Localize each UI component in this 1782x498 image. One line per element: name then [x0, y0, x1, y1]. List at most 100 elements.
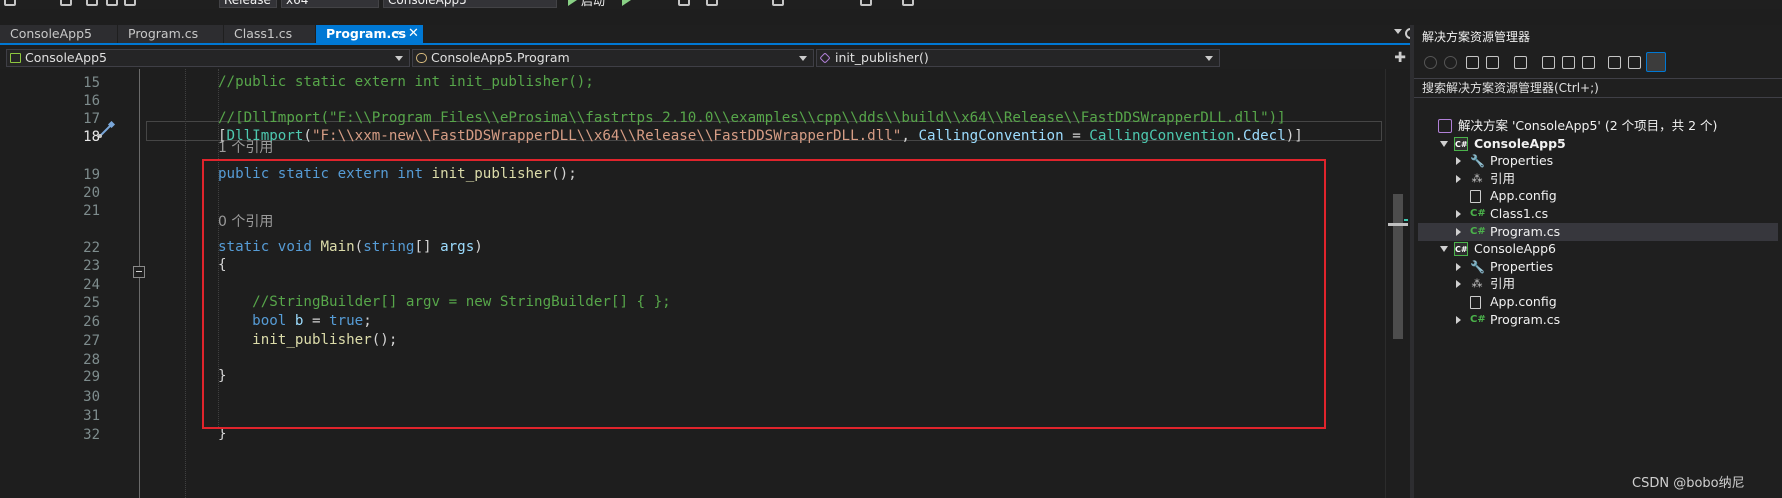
tab-program-cs-1[interactable]: Program.cs	[118, 25, 224, 43]
show-all-files-icon[interactable]	[1582, 56, 1595, 69]
platform-dropdown[interactable]: x64	[281, 0, 379, 8]
tree-item[interactable]: App.config	[1418, 187, 1778, 205]
close-tab-icon[interactable]: ✕	[408, 25, 419, 43]
chevron-down-icon[interactable]	[1440, 246, 1448, 252]
class-icon	[416, 53, 427, 63]
sync-icon[interactable]	[1542, 56, 1555, 69]
start-debug-icon[interactable]	[568, 0, 577, 6]
tree-item[interactable]: C# Class1.cs	[1418, 205, 1778, 223]
line-number[interactable]: 29	[40, 369, 100, 385]
code-token: ,	[901, 128, 919, 144]
open-icon[interactable]	[86, 0, 98, 6]
code-line[interactable]: //[DllImport("F:\\Program Files\\eProsim…	[218, 110, 1286, 126]
tree-item[interactable]: C# ConsoleApp5	[1418, 135, 1778, 153]
tree-item[interactable]: ⁂ 引用	[1418, 275, 1778, 293]
chevron-right-icon[interactable]	[1456, 228, 1461, 236]
project-selector[interactable]: ConsoleApp5	[6, 49, 410, 67]
chevron-down-icon[interactable]	[1440, 141, 1448, 147]
chevron-right-icon[interactable]	[1456, 210, 1461, 218]
save-all-icon[interactable]	[124, 0, 136, 6]
line-number[interactable]: 28	[40, 352, 100, 368]
bookmark-icon[interactable]	[860, 0, 872, 6]
type-selector[interactable]: ConsoleApp5.Program	[412, 49, 814, 67]
tree-item[interactable]: App.config	[1418, 293, 1778, 311]
tab-program-cs-active[interactable]: Program.cs ⊸ ✕	[316, 25, 424, 43]
properties-wrench-icon[interactable]	[1628, 56, 1641, 69]
line-number[interactable]: 17	[40, 111, 100, 127]
code-editor[interactable]: 15 //public static extern int init_publis…	[0, 69, 1410, 498]
home-icon[interactable]	[1466, 56, 1479, 69]
collapse-all-icon[interactable]	[1562, 56, 1575, 69]
back-icon[interactable]	[4, 0, 16, 6]
startup-project-dropdown[interactable]: ConsoleApp5	[383, 0, 557, 8]
chevron-right-icon[interactable]	[1456, 280, 1461, 288]
tree-item[interactable]: C# Program.cs	[1418, 311, 1778, 329]
tree-item[interactable]: ⁂ 引用	[1418, 170, 1778, 188]
start-label[interactable]: 启动	[581, 0, 605, 9]
line-number[interactable]: 24	[40, 277, 100, 293]
line-number[interactable]: 26	[40, 314, 100, 330]
line-number[interactable]: 25	[40, 295, 100, 311]
solution-explorer: 解决方案资源管理器 搜索解决方案资源管理器(Ctrl+;) 解决方案 'Cons…	[1410, 25, 1782, 498]
switch-view-icon[interactable]	[1486, 56, 1499, 69]
line-number[interactable]: 20	[40, 185, 100, 201]
solution-explorer-search-input[interactable]: 搜索解决方案资源管理器(Ctrl+;)	[1414, 78, 1782, 98]
tree-item[interactable]: 解决方案 'ConsoleApp5' (2 个项目，共 2 个)	[1418, 117, 1778, 135]
save-icon[interactable]	[106, 0, 118, 6]
hot-reload-icon[interactable]	[678, 0, 690, 6]
collapse-icon[interactable]	[133, 266, 145, 278]
cs-icon: C#	[1470, 208, 1486, 219]
pending-changes-filter-icon[interactable]	[1514, 56, 1527, 69]
tab-list-dropdown-icon[interactable]	[1394, 29, 1402, 34]
chevron-right-icon[interactable]	[1456, 175, 1461, 183]
format-icon[interactable]	[772, 0, 784, 6]
line-number[interactable]: 18	[40, 129, 100, 145]
code-token: "F:\\xxm-new\\FastDDSWrapperDLL\\x64\\Re…	[311, 128, 902, 144]
code-line[interactable]: [DllImport("F:\\xxm-new\\FastDDSWrapperD…	[218, 128, 1303, 144]
chevron-right-icon[interactable]	[1456, 157, 1461, 165]
bookmark-next-icon[interactable]	[902, 0, 914, 6]
line-number[interactable]: 21	[40, 203, 100, 219]
tree-item[interactable]: C# ConsoleApp6	[1418, 240, 1778, 258]
back-icon[interactable]	[1424, 56, 1437, 69]
scrollbar-caret-marker	[1388, 223, 1408, 226]
code-token: =	[1063, 128, 1090, 144]
code-line[interactable]: //public static extern int init_publishe…	[218, 74, 594, 90]
wrench-icon: 🔧	[1470, 154, 1485, 168]
forward-icon[interactable]	[1444, 56, 1457, 69]
solution-explorer-title: 解决方案资源管理器	[1422, 30, 1531, 44]
tree-item[interactable]: 🔧 Properties	[1418, 152, 1778, 170]
split-editor-icon[interactable]: ✚	[1394, 50, 1406, 66]
line-number[interactable]: 32	[40, 427, 100, 443]
ref-icon: ⁂	[1471, 172, 1483, 185]
view-code-icon[interactable]	[1608, 56, 1621, 69]
start-without-debug-icon[interactable]	[622, 0, 631, 6]
codelens-references[interactable]: 1 个引用	[218, 137, 273, 157]
line-number[interactable]: 23	[40, 258, 100, 274]
line-number[interactable]: 16	[40, 93, 100, 109]
tab-class1-cs[interactable]: Class1.cs	[224, 25, 316, 43]
tree-item[interactable]: C# Program.cs	[1418, 223, 1778, 241]
tab-consoleapp5[interactable]: ConsoleApp5	[0, 25, 118, 43]
tab-label: Class1.cs	[234, 26, 293, 41]
tree-item[interactable]: 🔧 Properties	[1418, 258, 1778, 276]
member-selector[interactable]: init_publisher()	[816, 49, 1220, 67]
line-number[interactable]: 31	[40, 408, 100, 424]
line-number[interactable]: 22	[40, 240, 100, 256]
new-project-icon[interactable]	[60, 0, 72, 6]
tools-icon[interactable]	[706, 0, 718, 6]
config-dropdown[interactable]: Release	[219, 0, 277, 8]
line-number[interactable]: 15	[40, 75, 100, 91]
line-number[interactable]: 30	[40, 389, 100, 405]
pin-icon[interactable]: ⊸	[392, 25, 400, 43]
navigation-bar: ConsoleApp5 ConsoleApp5.Program init_pub…	[0, 47, 1410, 69]
editor-scrollbar[interactable]	[1385, 69, 1410, 498]
line-number[interactable]: 19	[40, 167, 100, 183]
chevron-right-icon[interactable]	[1456, 316, 1461, 324]
preview-selected-icon[interactable]	[1646, 52, 1666, 72]
chevron-right-icon[interactable]	[1456, 263, 1461, 271]
line-number[interactable]: 27	[40, 333, 100, 349]
project-selector-label: ConsoleApp5	[25, 50, 107, 65]
indent-guide	[185, 69, 186, 498]
scrollbar-thumb[interactable]	[1393, 194, 1403, 339]
